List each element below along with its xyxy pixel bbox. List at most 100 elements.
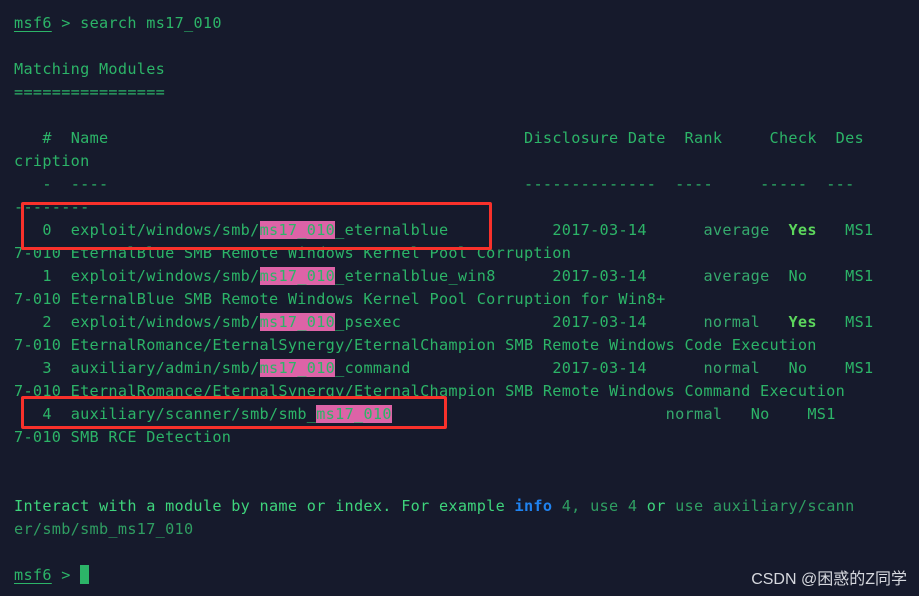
- table-row[interactable]: 0 exploit/windows/smb/ms17_010_eternalbl…: [14, 219, 873, 242]
- row-pad-a: [14, 313, 42, 331]
- use-command-2[interactable]: use: [675, 497, 703, 515]
- footer-or: or: [646, 497, 666, 515]
- row-index: 1: [42, 267, 52, 285]
- row-date: 2017-03-14: [552, 221, 647, 239]
- footer-text-3: 4: [618, 497, 647, 515]
- row-pad-f: [770, 405, 808, 423]
- row-name-suffix: _command: [335, 359, 411, 377]
- dash-pad-4: [656, 175, 675, 193]
- row-name-prefix: exploit/windows/smb/: [70, 313, 260, 331]
- row-desc-head: MS1: [845, 267, 874, 285]
- row-name-highlight: ms17_010: [259, 359, 336, 377]
- row-pad-e: [770, 267, 789, 285]
- matching-modules-heading: Matching Modules: [14, 60, 166, 78]
- row-date: 2017-03-14: [552, 359, 647, 377]
- row-pad-f: [807, 267, 845, 285]
- row-pad-c: [392, 405, 666, 423]
- row-desc-head: MS1: [845, 221, 874, 239]
- row-name-suffix: _eternalblue_win8: [335, 267, 496, 285]
- spacer-1: [71, 14, 80, 32]
- row-pad-c: [401, 313, 552, 331]
- info-command[interactable]: info: [515, 497, 553, 515]
- dash-pad-3: [108, 175, 524, 193]
- header-rank: Rank: [684, 129, 723, 147]
- row-pad-a: [14, 267, 42, 285]
- table-row-wrap: 7-010 EternalBlue SMB Remote Windows Ker…: [14, 290, 666, 308]
- dash-rank: ----: [675, 175, 713, 193]
- row-check: No: [788, 359, 808, 377]
- table-row[interactable]: 2 exploit/windows/smb/ms17_010_psexec 20…: [14, 311, 874, 334]
- dash-pad-6: [807, 175, 826, 193]
- header-check: Check: [769, 129, 817, 147]
- prompt-symbol: >: [61, 14, 71, 32]
- footer-text-2: 4,: [552, 497, 591, 515]
- prompt-label: msf6: [14, 14, 52, 32]
- row-pad-b: [52, 359, 71, 377]
- spacer-3: [71, 566, 80, 584]
- table-row-wrap: 7-010 EternalBlue SMB Remote Windows Ker…: [14, 244, 572, 262]
- row-check: No: [750, 405, 770, 423]
- row-pad-a: [14, 359, 42, 377]
- dash-desc-head: ---: [826, 175, 855, 193]
- header-index: #: [42, 129, 52, 147]
- row-name-suffix: _psexec: [335, 313, 402, 331]
- table-row-wrap: 7-010 SMB RCE Detection: [14, 428, 232, 446]
- prompt-symbol: >: [61, 566, 71, 584]
- matching-modules-underline: ================: [14, 83, 166, 101]
- header-pad-3: [108, 129, 524, 147]
- row-pad-b: [52, 313, 71, 331]
- prompt-label: msf6: [14, 566, 52, 584]
- dash-index: -: [42, 175, 52, 193]
- text-cursor[interactable]: [80, 565, 90, 584]
- table-row[interactable]: 3 auxiliary/admin/smb/ms17_010_command 2…: [14, 357, 873, 380]
- row-name-prefix: exploit/windows/smb/: [70, 267, 260, 285]
- row-check: Yes: [788, 221, 817, 239]
- spacer-2: [52, 566, 61, 584]
- row-pad-c: [448, 221, 552, 239]
- row-pad-d: [647, 313, 704, 331]
- row-desc-head: MS1: [807, 405, 836, 423]
- row-name-prefix: auxiliary/scanner/smb/smb_: [70, 405, 317, 423]
- row-desc-head: MS1: [845, 313, 874, 331]
- header-disclosure-date: Disclosure Date: [524, 129, 666, 147]
- row-pad-c: [411, 359, 553, 377]
- dash-name: ----: [70, 175, 109, 193]
- header-pad-2: [52, 129, 71, 147]
- footer-text-5: auxiliary/scann: [703, 497, 855, 515]
- dash-pad-2: [52, 175, 71, 193]
- row-rank: normal: [703, 313, 761, 331]
- row-name-suffix: _eternalblue: [335, 221, 449, 239]
- command-text: search ms17_010: [80, 14, 222, 32]
- row-pad-b: [52, 267, 71, 285]
- use-command-1[interactable]: use: [590, 497, 618, 515]
- row-pad-d: [647, 221, 704, 239]
- row-pad-f: [807, 359, 845, 377]
- row-rank: normal: [703, 359, 761, 377]
- row-pad-e: [760, 359, 788, 377]
- header-pad-5: [722, 129, 769, 147]
- header-pad-1: [14, 129, 42, 147]
- final-prompt-line[interactable]: msf6 >: [14, 564, 90, 587]
- header-description-head: Des: [835, 129, 864, 147]
- watermark: CSDN @困惑的Z同学: [751, 571, 907, 588]
- row-index: 4: [42, 405, 52, 423]
- table-header-row: # Name Disclosure Date Rank Check Des: [14, 127, 864, 150]
- table-row[interactable]: 4 auxiliary/scanner/smb/smb_ms17_010 nor…: [14, 403, 836, 426]
- row-date: 2017-03-14: [552, 267, 647, 285]
- header-name: Name: [70, 129, 109, 147]
- row-check: No: [788, 267, 808, 285]
- dash-pad-1: [14, 175, 42, 193]
- row-pad-d: [647, 267, 704, 285]
- row-pad-d: [647, 359, 704, 377]
- row-check: Yes: [788, 313, 817, 331]
- row-rank: average: [703, 267, 770, 285]
- row-desc-head: MS1: [845, 359, 874, 377]
- table-row[interactable]: 1 exploit/windows/smb/ms17_010_eternalbl…: [14, 265, 873, 288]
- row-name-prefix: auxiliary/admin/smb/: [70, 359, 260, 377]
- row-name-highlight: ms17_010: [259, 221, 336, 239]
- row-pad-a: [14, 405, 42, 423]
- footer-text-4: [666, 497, 675, 515]
- row-pad-b: [52, 221, 71, 239]
- footer-hint-line: Interact with a module by name or index.…: [14, 495, 855, 518]
- terminal-window: msf6 > search ms17_010 Matching Modules …: [0, 0, 919, 596]
